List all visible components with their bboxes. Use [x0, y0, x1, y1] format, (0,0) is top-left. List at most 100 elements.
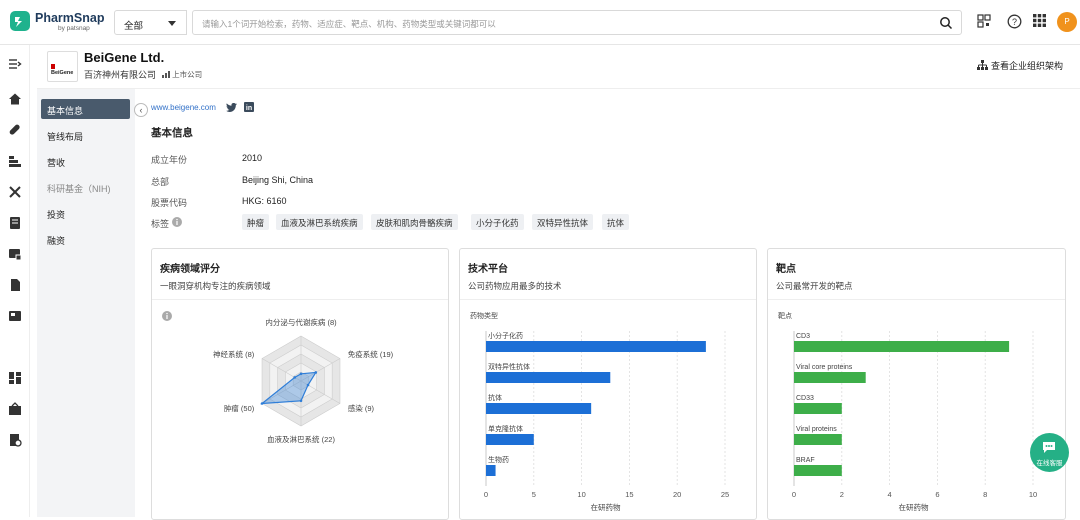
basic-info-title: 基本信息 — [151, 127, 193, 139]
ticker-label: 股票代码 — [151, 198, 188, 208]
radar-point — [306, 383, 310, 387]
chevron-down-icon — [168, 21, 176, 26]
document-icon[interactable] — [8, 278, 22, 292]
linkedin-icon[interactable]: in — [244, 102, 254, 112]
bar — [486, 372, 611, 383]
bar — [794, 434, 842, 445]
target-bar-chart: 靶点 0 2 4 6 8 10 CD3 Viral core proteins CD33 Viral… — [778, 311, 1037, 512]
qr-code-icon[interactable] — [977, 14, 991, 28]
tech-bar-chart: 药物类型 0 5 10 15 20 25 小分子化药双特异性抗体抗体单克隆抗体生物药在研药物 — [470, 311, 729, 512]
search-scope-value: 全部 — [124, 21, 144, 32]
company-logo: BeiGene — [47, 51, 78, 82]
menu-item-nih-funding: 科研基金（NIH) — [47, 184, 111, 194]
company-name: BeiGene Ltd. — [84, 50, 165, 65]
tech-card-subtitle: 公司药物应用最多的技术 — [468, 281, 562, 291]
category-label: 抗体 — [488, 393, 502, 402]
radar-point — [260, 402, 264, 405]
disease-card-title: 疾病领域评分 — [160, 260, 220, 321]
bar — [486, 434, 534, 445]
x-tick-label: 0 — [484, 490, 488, 499]
bar — [794, 465, 842, 476]
tag-chip[interactable]: 皮肤和肌肉骨骼疾病 — [371, 214, 458, 230]
online-service-button[interactable]: 在线客服 — [1030, 433, 1069, 472]
info-icon[interactable] — [172, 217, 182, 227]
home-icon[interactable] — [8, 92, 22, 106]
bar — [486, 341, 706, 352]
category-label: 小分子化药 — [488, 331, 523, 340]
disease-score-card: 疾病领域评分 一眼洞穿机构专注的疾病领域 内分泌与代谢疾病 (8) 免疫系统 (1… — [151, 248, 449, 520]
category-label: 单克隆抗体 — [488, 424, 523, 433]
target-card: 靶点 公司最常开发的靶点 靶点 0 2 4 6 8 10 CD3 Viral core prot… — [767, 248, 1066, 520]
search-input[interactable]: 请输入1个词开始检索，药物、适应症、靶点、机构、药物类型或关键词都可以 — [192, 10, 962, 35]
radar-axis-label: 神经系统 (8) — [213, 349, 255, 359]
menu-item-revenue[interactable]: 营收 — [41, 151, 130, 171]
x-tick-label: 4 — [888, 490, 892, 499]
org-structure-link[interactable]: 查看企业组织架构 — [976, 59, 1063, 72]
y-axis-title: 靶点 — [778, 311, 792, 320]
radar-point — [299, 399, 303, 403]
news-icon[interactable] — [8, 309, 22, 323]
chart-icon — [162, 71, 170, 78]
expand-menu-icon[interactable] — [8, 57, 22, 71]
x-tick-label: 8 — [983, 490, 987, 499]
svg-text:?: ? — [1012, 17, 1017, 27]
category-label: CD33 — [796, 395, 814, 402]
radar-axis-label: 感染 (9) — [348, 403, 375, 413]
category-label: 生物药 — [488, 455, 509, 464]
menu-item-basic-info[interactable]: 基本信息 — [41, 99, 130, 119]
target-card-title: 靶点 — [776, 264, 796, 275]
x-tick-label: 25 — [721, 490, 729, 499]
report-icon[interactable] — [8, 216, 22, 230]
help-icon[interactable]: ? — [1007, 14, 1022, 29]
analytics-icon[interactable] — [8, 402, 22, 416]
dashboard-icon[interactable] — [8, 371, 22, 385]
menu-item-investment[interactable]: 投资 — [41, 203, 130, 223]
tools-icon[interactable] — [8, 185, 22, 199]
apps-grid-icon[interactable] — [1033, 14, 1046, 27]
tag-chip[interactable]: 肿瘤 — [242, 214, 270, 230]
bar — [794, 341, 1010, 352]
app-name[interactable]: PharmSnap — [35, 11, 104, 25]
org-structure-label: 查看企业组织架构 — [990, 61, 1063, 71]
menu-item-pipeline[interactable]: 管线布局 — [41, 125, 130, 145]
bar — [794, 372, 866, 383]
tags-label: 标签 — [151, 219, 170, 229]
twitter-icon[interactable] — [226, 103, 237, 112]
app-byline: by patsnap — [58, 25, 90, 32]
website-link[interactable]: www.beigene.com — [151, 103, 216, 112]
collapse-menu-button[interactable]: ‹ — [134, 103, 148, 117]
bar — [486, 403, 592, 414]
x-tick-label: 10 — [1029, 490, 1037, 499]
x-axis-title: 在研药物 — [591, 502, 621, 512]
settings-doc-icon[interactable] — [8, 433, 22, 447]
tech-platform-card: 技术平台 公司药物应用最多的技术 药物类型 0 5 10 15 20 25 小分子化药 双特异性… — [459, 248, 757, 520]
tag-chip[interactable]: 小分子化药 — [471, 214, 524, 230]
disease-card-subtitle: 一眼洞穿机构专注的疾病领域 — [160, 281, 271, 291]
svg-text:in: in — [246, 105, 252, 112]
category-label: 双特异性抗体 — [488, 362, 530, 371]
radar-axis-label: 血液及淋巴系统 (22) — [267, 434, 335, 444]
tag-chip[interactable]: 双特异性抗体 — [532, 214, 594, 230]
radar-point — [299, 372, 303, 376]
x-tick-label: 0 — [792, 490, 796, 499]
user-avatar[interactable]: P — [1057, 12, 1077, 32]
x-tick-label: 15 — [625, 490, 633, 499]
org-chart-icon — [976, 60, 988, 70]
top-bar: PharmSnap by patsnap 全部 请输入1个词开始检索，药物、适应… — [0, 0, 1080, 45]
search-scope-select[interactable]: 全部 — [114, 10, 187, 35]
pharmsnap-logo-icon[interactable] — [10, 11, 30, 31]
clinical-icon[interactable] — [8, 247, 22, 261]
tag-chip[interactable]: 血液及淋巴系统疾病 — [276, 214, 363, 230]
x-tick-label: 6 — [935, 490, 939, 499]
founded-label: 成立年份 — [151, 155, 188, 165]
search-icon[interactable] — [939, 16, 953, 30]
y-axis-title: 药物类型 — [470, 311, 498, 320]
company-name-cn: 百济神州有限公司 — [84, 70, 157, 80]
x-tick-label: 20 — [673, 490, 681, 499]
pipeline-icon[interactable] — [8, 154, 22, 168]
pill-icon[interactable] — [8, 123, 22, 137]
radar-point — [314, 371, 318, 374]
left-icon-nav — [0, 45, 30, 517]
menu-item-financing[interactable]: 融资 — [41, 229, 130, 249]
tag-chip[interactable]: 抗体 — [602, 214, 630, 230]
